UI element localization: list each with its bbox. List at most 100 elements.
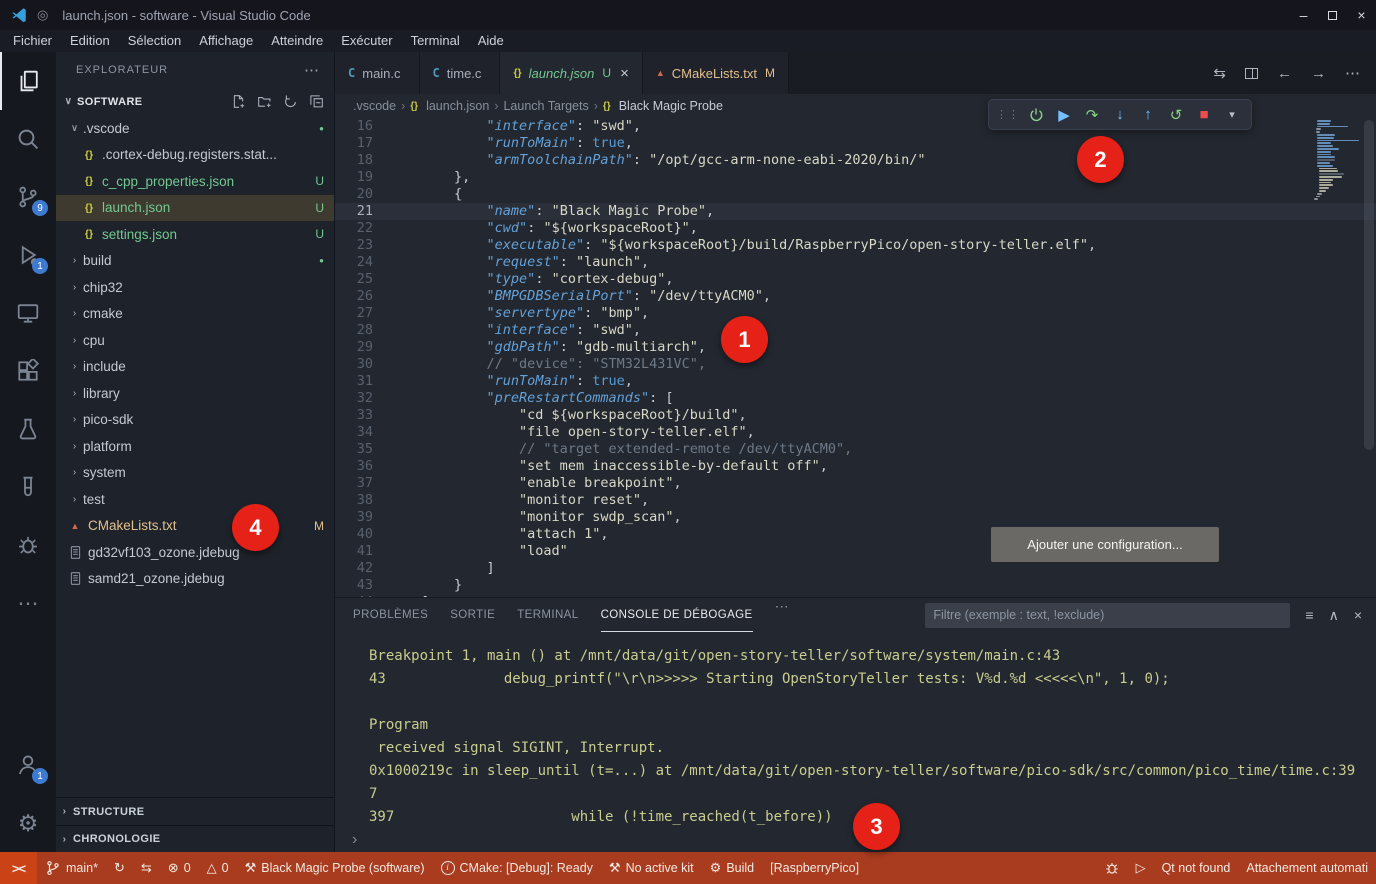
code-line-34[interactable]: 34 "file open-story-teller.elf", <box>335 424 1376 441</box>
code-line-20[interactable]: 20 { <box>335 186 1376 203</box>
build-status[interactable]: ⚙Build <box>702 852 762 884</box>
checkout-status[interactable]: ⇆ <box>133 852 160 884</box>
filter-input[interactable] <box>925 603 1290 628</box>
menu-item-aide[interactable]: Aide <box>469 30 513 52</box>
tree-item-system[interactable]: ›system <box>56 460 334 487</box>
titlebar-circle-icon[interactable]: ◎ <box>37 7 48 23</box>
activity-extensions-icon[interactable] <box>0 342 56 400</box>
panel-tab-probl-mes[interactable]: PROBLÈMES <box>353 598 428 632</box>
tab-main-c[interactable]: Cmain.c <box>335 52 420 94</box>
maximize-button[interactable] <box>1318 0 1347 30</box>
activity-explorer-icon[interactable] <box>0 52 56 110</box>
code-line-23[interactable]: 23 "executable": "${workspaceRoot}/build… <box>335 237 1376 254</box>
code-line-39[interactable]: 39 "monitor swdp_scan", <box>335 509 1376 526</box>
menu-item-s-lection[interactable]: Sélection <box>119 30 190 52</box>
activity-run-debug-icon[interactable]: 1 <box>0 226 56 284</box>
warnings-status[interactable]: △0 <box>199 852 237 884</box>
menu-item-affichage[interactable]: Affichage <box>190 30 262 52</box>
tree-item-test[interactable]: ›test <box>56 486 334 513</box>
more-actions-icon[interactable]: ⋯ <box>1345 64 1360 82</box>
code-line-27[interactable]: 27 "servertype": "bmp", <box>335 305 1376 322</box>
activity-search-icon[interactable] <box>0 110 56 168</box>
code-line-29[interactable]: 29 "gdbPath": "gdb-multiarch", <box>335 339 1376 356</box>
activity-test-tube-icon[interactable] <box>0 458 56 516</box>
open-changes-icon[interactable]: ⇆ <box>1213 64 1226 82</box>
code-line-21[interactable]: 21 "name": "Black Magic Probe", <box>335 203 1376 220</box>
code-line-17[interactable]: 17 "runToMain": true, <box>335 135 1376 152</box>
minimap[interactable] <box>1310 120 1362 201</box>
code-line-31[interactable]: 31 "runToMain": true, <box>335 373 1376 390</box>
tree-item-include[interactable]: ›include <box>56 354 334 381</box>
code-line-22[interactable]: 22 "cwd": "${workspaceRoot}", <box>335 220 1376 237</box>
tree-item-settings-json[interactable]: {}settings.jsonU <box>56 221 334 248</box>
code-line-25[interactable]: 25 "type": "cortex-debug", <box>335 271 1376 288</box>
activity-remote-explorer-icon[interactable] <box>0 284 56 342</box>
tree-item-cmakelists-txt[interactable]: ▲CMakeLists.txtM <box>56 513 334 540</box>
tab-launch-json[interactable]: {}launch.jsonU× <box>500 52 642 94</box>
activity-source-control-icon[interactable]: 9 <box>0 168 56 226</box>
breadcrumb-item-launch-targets[interactable]: Launch Targets <box>503 99 588 113</box>
code-line-41[interactable]: 41 "load" <box>335 543 1376 560</box>
close-button[interactable]: × <box>1347 0 1376 30</box>
panel-more-icon[interactable]: ⋯ <box>775 598 789 632</box>
code-line-40[interactable]: 40 "attach 1", <box>335 526 1376 543</box>
code-line-42[interactable]: 42 ] <box>335 560 1376 577</box>
debug-target-status[interactable] <box>1096 852 1128 884</box>
auto-attach-status[interactable]: Attachement automati <box>1238 852 1376 884</box>
code-line-32[interactable]: 32 "preRestartCommands": [ <box>335 390 1376 407</box>
code-line-18[interactable]: 18 "armToolchainPath": "/opt/gcc-arm-non… <box>335 152 1376 169</box>
debug-config-status[interactable]: ⚒Black Magic Probe (software) <box>237 852 433 884</box>
stop-icon[interactable]: ■ <box>1191 102 1217 128</box>
code-line-24[interactable]: 24 "request": "launch", <box>335 254 1376 271</box>
power-icon[interactable] <box>1023 102 1049 128</box>
tree-item-c-cpp-properties-json[interactable]: {}c_cpp_properties.jsonU <box>56 168 334 195</box>
drag-handle-icon[interactable]: ⋮⋮ <box>995 102 1021 128</box>
code-line-36[interactable]: 36 "set mem inaccessible-by-default off"… <box>335 458 1376 475</box>
branch-status[interactable]: main* <box>37 852 106 884</box>
step-out-icon[interactable]: ↑ <box>1135 102 1161 128</box>
step-into-icon[interactable]: ↓ <box>1107 102 1133 128</box>
code-editor[interactable]: 16 "interface": "swd",17 "runToMain": tr… <box>335 118 1376 597</box>
activity-settings-icon[interactable]: ⚙ <box>0 794 56 852</box>
remote-indicator[interactable]: >< <box>0 852 37 884</box>
tree-item-cpu[interactable]: ›cpu <box>56 327 334 354</box>
restart-icon[interactable]: ↺ <box>1163 102 1189 128</box>
close-tab-icon[interactable]: × <box>620 65 629 82</box>
run-target-status[interactable]: ▷ <box>1128 852 1154 884</box>
tree-item-cortex-debug-registers-stat[interactable]: {}.cortex-debug.registers.stat... <box>56 142 334 169</box>
tree-item-cmake[interactable]: ›cmake <box>56 301 334 328</box>
qt-status[interactable]: Qt not found <box>1154 852 1239 884</box>
close-panel-icon[interactable]: × <box>1354 607 1362 623</box>
tree-item-vscode[interactable]: ∨.vscode● <box>56 115 334 142</box>
step-over-icon[interactable]: ↷ <box>1079 102 1105 128</box>
navigate-forward-icon[interactable]: → <box>1311 65 1326 82</box>
editor-scrollbar[interactable] <box>1362 118 1376 597</box>
new-file-icon[interactable] <box>231 94 246 109</box>
menu-item-fichier[interactable]: Fichier <box>4 30 61 52</box>
code-line-43[interactable]: 43 } <box>335 577 1376 594</box>
menu-item-ex-cuter[interactable]: Exécuter <box>332 30 401 52</box>
panel-menu-icon[interactable]: ≡ <box>1305 607 1313 623</box>
tree-item-pico-sdk[interactable]: ›pico-sdk <box>56 407 334 434</box>
activity-peripherals-icon[interactable] <box>0 516 56 574</box>
tree-item-samd21-ozone-jdebug[interactable]: samd21_ozone.jdebug <box>56 566 334 593</box>
continue-icon[interactable]: ▶ <box>1051 102 1077 128</box>
code-line-33[interactable]: 33 "cd ${workspaceRoot}/build", <box>335 407 1376 424</box>
code-line-35[interactable]: 35 // "target extended-remote /dev/ttyAC… <box>335 441 1376 458</box>
panel-tab-terminal[interactable]: TERMINAL <box>517 598 578 632</box>
code-line-37[interactable]: 37 "enable breakpoint", <box>335 475 1376 492</box>
tree-item-platform[interactable]: ›platform <box>56 433 334 460</box>
sync-status[interactable]: ↻ <box>106 852 133 884</box>
maximize-panel-icon[interactable]: ∧ <box>1329 607 1339 624</box>
errors-status[interactable]: ⊗0 <box>160 852 199 884</box>
code-line-44[interactable]: 44 ] <box>335 594 1376 597</box>
collapse-all-icon[interactable] <box>309 94 324 109</box>
scrollbar-thumb[interactable] <box>1364 120 1374 450</box>
tree-item-chip32[interactable]: ›chip32 <box>56 274 334 301</box>
code-line-38[interactable]: 38 "monitor reset", <box>335 492 1376 509</box>
minimize-button[interactable]: – <box>1289 0 1318 30</box>
breadcrumb-item-vscode[interactable]: .vscode <box>353 99 396 113</box>
tree-item-build[interactable]: ›build● <box>56 248 334 275</box>
breadcrumb-item-black-magic-probe[interactable]: {}Black Magic Probe <box>603 99 723 113</box>
activity-testing-icon[interactable] <box>0 400 56 458</box>
